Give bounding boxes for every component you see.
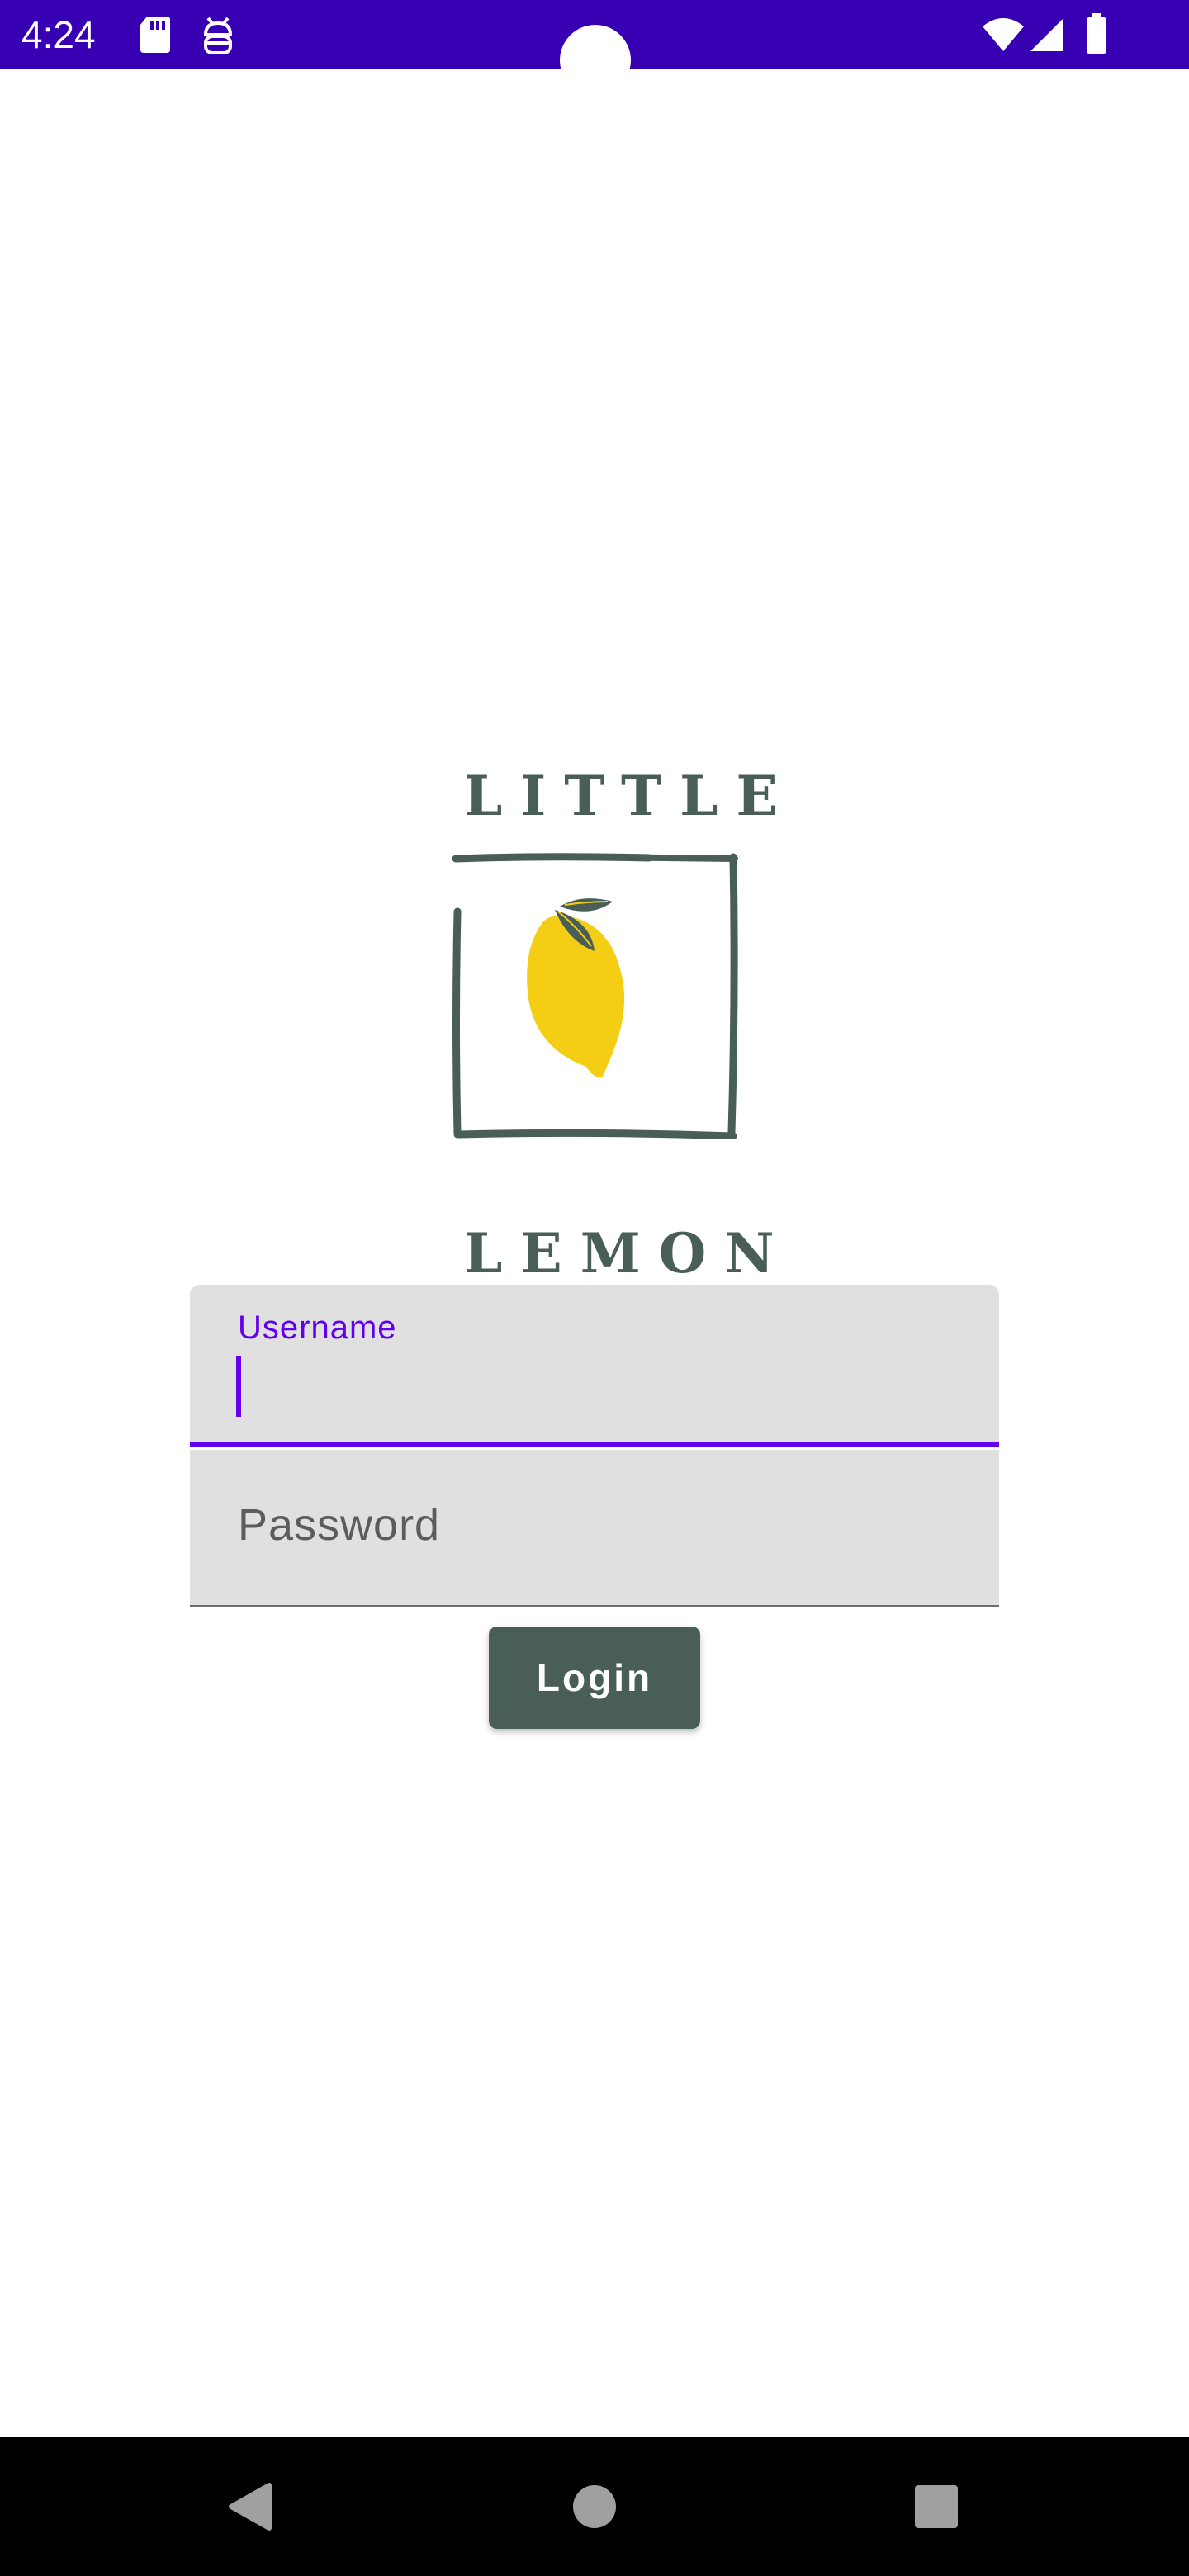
battery-icon [1087, 13, 1106, 54]
wifi-icon [983, 18, 1024, 51]
username-field[interactable]: Username [190, 1285, 999, 1447]
little-lemon-logo: LITTLE LEMON [446, 760, 796, 1288]
login-screen: 4:24 LITTLE LEMON Username Password Logi… [0, 0, 1189, 2576]
username-label: Username [238, 1309, 397, 1346]
back-icon[interactable] [178, 2437, 317, 2576]
home-icon[interactable] [525, 2437, 664, 2576]
password-field[interactable]: Password [190, 1450, 999, 1607]
navigation-bar [0, 2437, 1189, 2576]
sd-card-icon [140, 17, 170, 53]
cell-signal-icon [1030, 18, 1063, 51]
password-placeholder: Password [238, 1500, 441, 1550]
logo-word-lemon: LEMON [464, 1221, 793, 1286]
logo-word-little: LITTLE [464, 764, 796, 828]
text-cursor [236, 1356, 241, 1417]
status-time: 4:24 [21, 13, 96, 56]
camera-cutout [560, 25, 631, 96]
debug-robot-icon [203, 17, 233, 54]
login-button[interactable]: Login [489, 1627, 700, 1729]
status-bar: 4:24 [0, 0, 1189, 96]
recents-icon[interactable] [867, 2437, 1006, 2576]
lemon-icon [452, 853, 738, 1139]
